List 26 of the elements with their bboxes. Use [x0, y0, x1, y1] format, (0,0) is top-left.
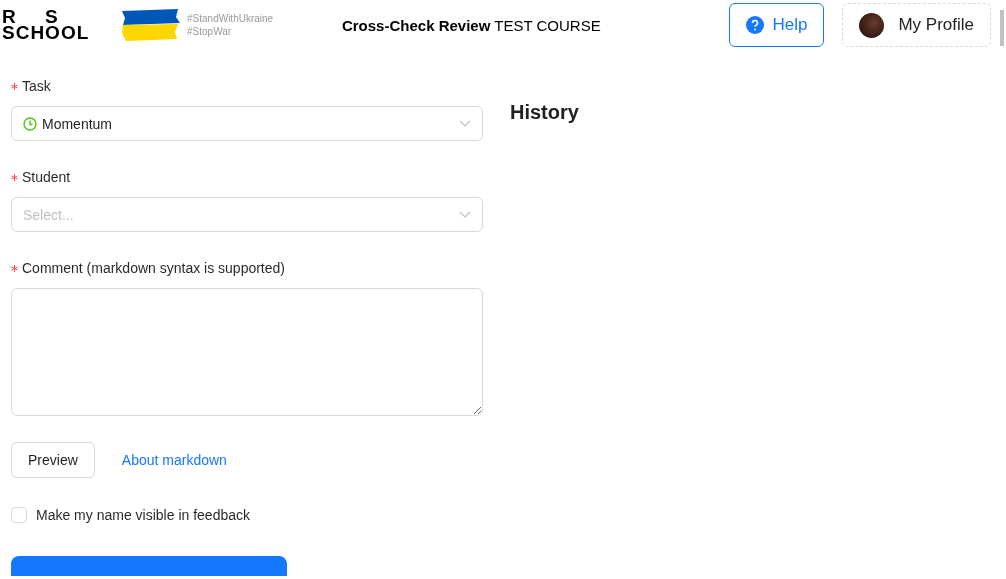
profile-button[interactable]: My Profile	[842, 3, 991, 47]
flag-icon	[120, 8, 180, 42]
field-label: Task	[22, 78, 51, 94]
about-markdown-link[interactable]: About markdown	[121, 452, 227, 468]
chevron-down-icon	[459, 119, 471, 128]
scrollbar[interactable]	[1000, 10, 1004, 46]
submit-button[interactable]	[11, 556, 287, 576]
select-placeholder: Select...	[23, 206, 75, 223]
help-button[interactable]: Help	[729, 3, 825, 47]
logo[interactable]: R S SCHOOL	[2, 9, 94, 41]
clock-icon	[23, 116, 37, 131]
avatar	[859, 12, 885, 38]
checkbox-label: Make my name visible in feedback	[36, 507, 250, 523]
history-heading: History	[510, 101, 579, 125]
chevron-down-icon	[459, 210, 471, 219]
preview-button[interactable]: Preview	[11, 442, 95, 478]
hashtag: #StandWithUkraine	[187, 13, 274, 24]
hashtag: #StopWar	[187, 26, 233, 37]
select-value: Momentum	[42, 115, 114, 132]
select-field[interactable]: Momentum	[11, 106, 483, 141]
field-label: Comment (markdown syntax is supported)	[22, 260, 285, 276]
field-label: Student	[22, 169, 71, 185]
checkbox[interactable]	[11, 507, 27, 523]
help-icon	[746, 16, 765, 34]
comment-field[interactable]	[11, 288, 483, 416]
page-title: Cross-Check Review TEST COURSE	[341, 16, 601, 34]
